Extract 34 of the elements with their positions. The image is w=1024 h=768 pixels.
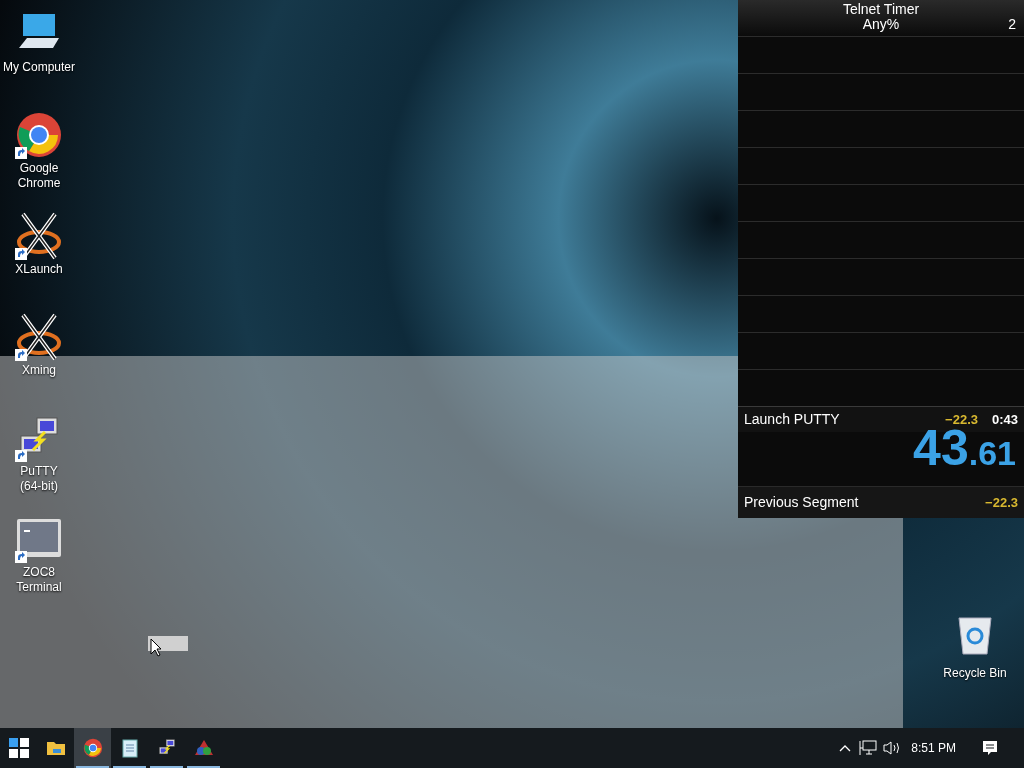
desktop-icon-label: PuTTY (64-bit) [19, 464, 59, 494]
triangle-logo-icon [193, 738, 214, 758]
split-time: 0:43 [990, 410, 1018, 429]
category-label: Any% [862, 17, 900, 32]
chevron-up-icon[interactable] [839, 744, 852, 752]
taskbar-app-button[interactable] [74, 728, 111, 768]
timer-title: Telnet Timer [842, 2, 920, 17]
desktop-icon-label: My Computer [3, 60, 75, 75]
desktop-shortcut[interactable]: My Computer [0, 10, 78, 98]
network-icon[interactable] [859, 740, 878, 756]
desktop-shortcut[interactable]: ZOC8 Terminal [0, 515, 78, 603]
notifications-icon[interactable] [982, 740, 998, 756]
split-name: Launch PUTTY [744, 410, 841, 429]
desktop-icon-label: Xming [22, 363, 56, 378]
desktop-icon-label: ZOC8 Terminal [15, 565, 63, 595]
attempt-count: 2 [1008, 17, 1016, 32]
notepad-icon [119, 738, 140, 758]
clock[interactable]: 8:51 PM [911, 739, 956, 757]
desktop-icon-label: Google Chrome [16, 161, 62, 191]
speaker-icon[interactable] [883, 740, 902, 756]
desktop-shortcut[interactable]: Recycle Bin [938, 614, 1012, 682]
previous-segment-value: −22.3 [985, 493, 1018, 512]
desktop-shortcut[interactable]: Xming [0, 313, 78, 401]
mouse-pointer-icon [150, 638, 162, 657]
previous-segment-label: Previous Segment [744, 493, 860, 512]
split-delta: −22.3 [944, 410, 978, 429]
desktop-shortcut[interactable]: PuTTY (64-bit) [0, 414, 78, 502]
desktop-icon-label: XLaunch [15, 262, 63, 277]
recycle-bin-icon [955, 614, 995, 656]
desktop-shortcut[interactable]: Google Chrome [0, 111, 78, 199]
desktop-shortcut[interactable]: XLaunch [0, 212, 78, 300]
chrome-logo-icon [82, 738, 103, 758]
desktop-icon-label: Recycle Bin [943, 665, 1007, 682]
windows-logo-icon [8, 738, 29, 758]
